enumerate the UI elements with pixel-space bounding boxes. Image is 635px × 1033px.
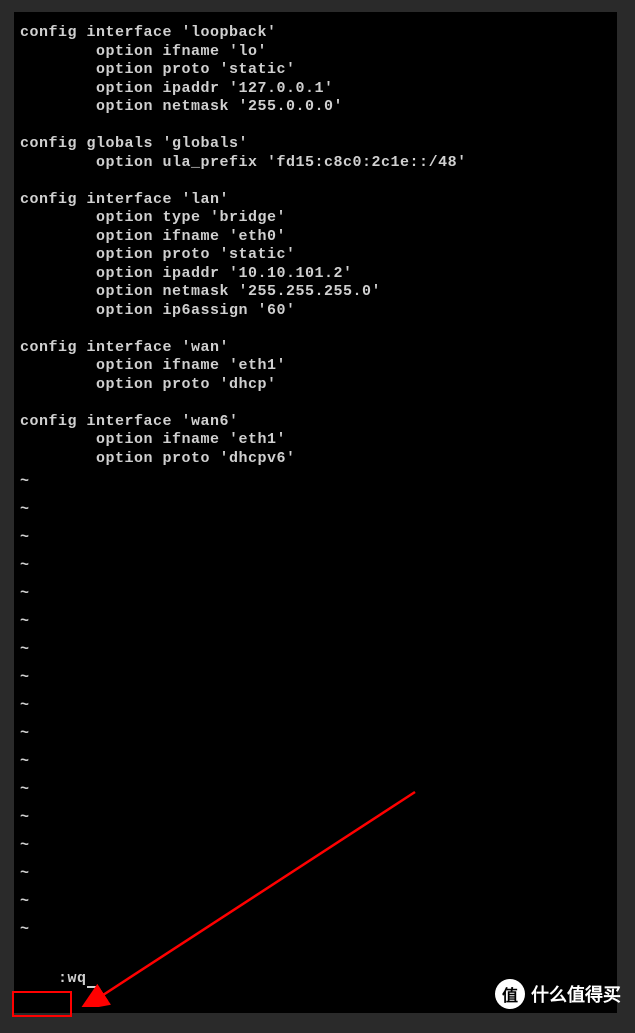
tilde-line: ~ <box>20 552 611 580</box>
tilde-line: ~ <box>20 496 611 524</box>
editor-empty-lines: ~~~~~~~~~~~~~~~~~ <box>20 468 611 952</box>
watermark-badge-icon: 值 <box>495 979 525 1009</box>
tilde-line: ~ <box>20 692 611 720</box>
vim-command-text: :wq <box>58 970 87 987</box>
tilde-line: ~ <box>20 524 611 552</box>
tilde-line: ~ <box>20 636 611 664</box>
tilde-line: ~ <box>20 720 611 748</box>
tilde-line: ~ <box>20 580 611 608</box>
tilde-line: ~ <box>20 860 611 888</box>
tilde-line: ~ <box>20 888 611 916</box>
watermark-text: 什么值得买 <box>531 981 621 1007</box>
tilde-line: ~ <box>20 468 611 496</box>
cursor-icon <box>87 986 96 988</box>
editor-content: config interface 'loopback' option ifnam… <box>20 24 611 468</box>
tilde-line: ~ <box>20 916 611 944</box>
tilde-line: ~ <box>20 748 611 776</box>
terminal-window[interactable]: config interface 'loopback' option ifnam… <box>14 12 617 1013</box>
tilde-line: ~ <box>20 804 611 832</box>
watermark: 值 什么值得买 <box>495 979 621 1009</box>
tilde-line: ~ <box>20 664 611 692</box>
tilde-line: ~ <box>20 608 611 636</box>
tilde-line: ~ <box>20 776 611 804</box>
tilde-line: ~ <box>20 832 611 860</box>
